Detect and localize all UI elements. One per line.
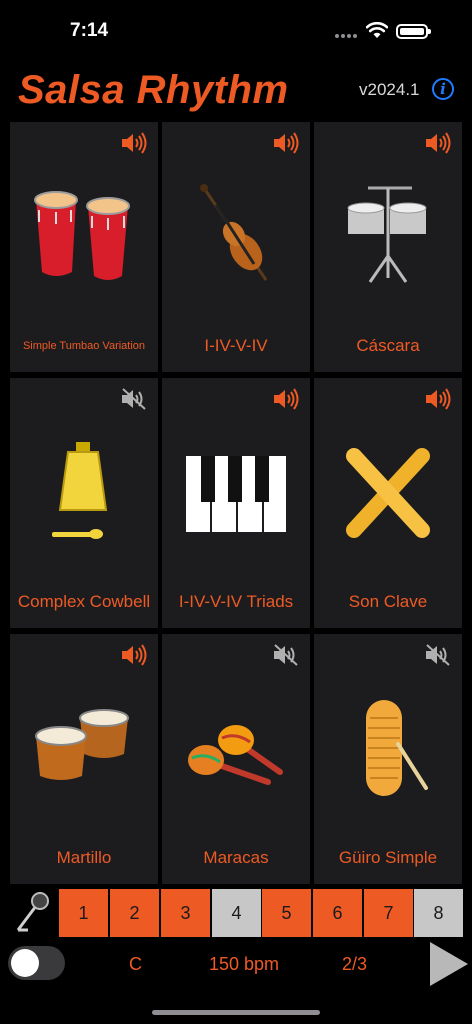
- step-button-6[interactable]: 6: [313, 889, 362, 937]
- instrument-tile-bongos[interactable]: Martillo: [10, 634, 158, 884]
- timbales-icon: [347, 186, 427, 283]
- piano-keys-icon: [186, 456, 286, 532]
- speaker-on-icon[interactable]: [120, 644, 148, 666]
- instrument-tile-bass[interactable]: I-IV-V-IV: [162, 122, 310, 372]
- instrument-label: Complex Cowbell: [17, 592, 151, 611]
- instrument-tile-guiro[interactable]: Güiro Simple: [314, 634, 462, 884]
- maracas-icon: [188, 725, 283, 785]
- step-button-1[interactable]: 1: [59, 889, 108, 937]
- play-icon[interactable]: [426, 940, 470, 988]
- app-title: Salsa Rhythm: [18, 68, 289, 112]
- instrument-tile-timbales[interactable]: Cáscara: [314, 122, 462, 372]
- cowbell-icon: [52, 442, 108, 539]
- speaker-muted-icon[interactable]: [272, 644, 300, 666]
- instrument-tile-maracas[interactable]: Maracas: [162, 634, 310, 884]
- clave-selector[interactable]: 2/3: [342, 954, 367, 975]
- speaker-on-icon[interactable]: [424, 132, 452, 154]
- step-sequencer: 1 2 3 4 5 6 7 8: [59, 889, 463, 937]
- instrument-tile-cowbell[interactable]: Complex Cowbell: [10, 378, 158, 628]
- home-indicator: [152, 1010, 320, 1015]
- step-button-8[interactable]: 8: [414, 889, 463, 937]
- speaker-muted-icon[interactable]: [120, 388, 148, 410]
- instrument-label: Güiro Simple: [338, 848, 438, 867]
- conga-drums-icon: [34, 191, 130, 280]
- toggle-switch[interactable]: [8, 946, 65, 980]
- instrument-label: Maracas: [203, 848, 269, 867]
- toggle-knob: [11, 949, 39, 977]
- step-button-5[interactable]: 5: [262, 889, 311, 937]
- status-bar: 7:14: [0, 0, 472, 60]
- instrument-label: I-IV-V-IV Triads: [178, 592, 294, 611]
- instrument-label: Son Clave: [348, 592, 428, 611]
- instrument-label: Martillo: [56, 848, 112, 867]
- bass-violin-icon: [200, 184, 268, 281]
- instrument-tile-congas[interactable]: Simple Tumbao Variation: [10, 122, 158, 372]
- instrument-tile-piano[interactable]: I-IV-V-IV Triads: [162, 378, 310, 628]
- battery-icon: [396, 24, 431, 39]
- instrument-label: Cáscara: [356, 336, 420, 355]
- step-button-4[interactable]: 4: [212, 889, 261, 937]
- instrument-label: Simple Tumbao Variation: [22, 340, 146, 352]
- guiro-icon: [366, 700, 428, 796]
- instrument-tile-claves[interactable]: Son Clave: [314, 378, 462, 628]
- key-selector[interactable]: C: [129, 954, 142, 975]
- step-button-3[interactable]: 3: [161, 889, 210, 937]
- bongo-drums-icon: [35, 709, 129, 780]
- version-label: v2024.1: [359, 80, 420, 99]
- wifi-icon: [366, 22, 388, 38]
- cellular-signal-icon: [335, 34, 359, 40]
- claves-icon: [346, 448, 430, 538]
- info-icon[interactable]: i: [432, 78, 454, 100]
- speaker-muted-icon[interactable]: [424, 644, 452, 666]
- status-time: 7:14: [70, 20, 109, 41]
- step-button-7[interactable]: 7: [364, 889, 413, 937]
- instrument-grid: Simple Tumbao Variation I-IV-V-IV Cáscar…: [10, 122, 462, 884]
- instrument-label: I-IV-V-IV: [204, 336, 268, 355]
- speaker-on-icon[interactable]: [120, 132, 148, 154]
- speaker-on-icon[interactable]: [424, 388, 452, 410]
- tempo-selector[interactable]: 150 bpm: [209, 954, 279, 975]
- speaker-on-icon[interactable]: [272, 132, 300, 154]
- speaker-on-icon[interactable]: [272, 388, 300, 410]
- microphone-icon[interactable]: [14, 890, 52, 932]
- step-button-2[interactable]: 2: [110, 889, 159, 937]
